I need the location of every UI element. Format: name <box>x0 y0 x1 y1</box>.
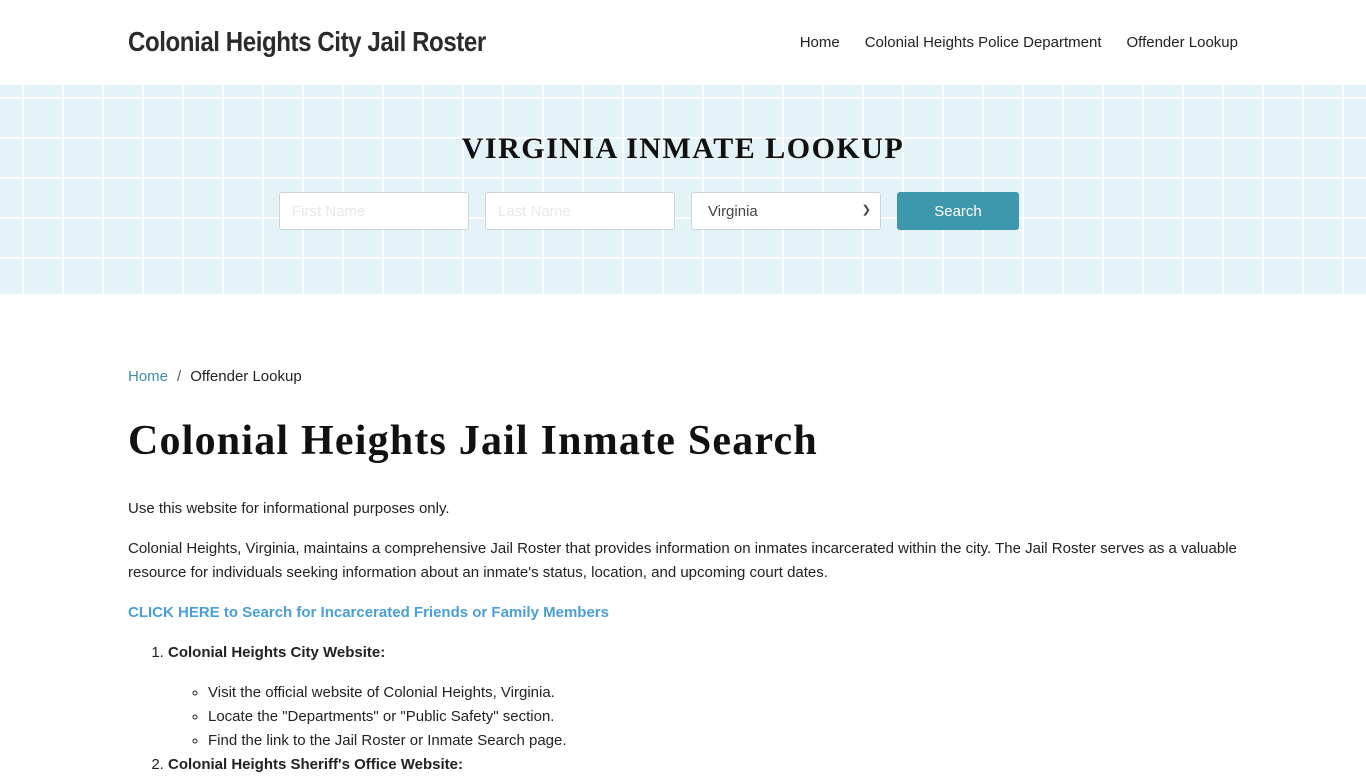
substep-item: Locate the "Departments" or "Public Safe… <box>208 705 1238 729</box>
step-item: Colonial Heights Sheriff's Office Websit… <box>168 753 1238 777</box>
nav-offender-lookup[interactable]: Offender Lookup <box>1127 34 1238 51</box>
search-button[interactable]: Search <box>897 192 1019 230</box>
main-nav: Home Colonial Heights Police Department … <box>800 34 1238 51</box>
step-item: Colonial Heights City Website: Visit the… <box>168 641 1238 753</box>
intro-text: Use this website for informational purpo… <box>128 500 450 517</box>
site-header: Colonial Heights City Jail Roster Home C… <box>0 0 1366 85</box>
substep-item: Visit the official website of Colonial H… <box>208 681 1238 705</box>
state-select[interactable]: Virginia <box>691 192 881 230</box>
breadcrumb-current: Offender Lookup <box>190 368 302 385</box>
first-name-input[interactable] <box>279 192 469 230</box>
step-title: Colonial Heights Sheriff's Office Websit… <box>168 756 463 773</box>
main-content: Home / Offender Lookup Colonial Heights Ja… <box>128 294 1238 777</box>
search-cta-link[interactable]: CLICK HERE to Search for Incarcerated Fr… <box>128 601 1238 625</box>
site-title[interactable]: Colonial Heights City Jail Roster <box>128 26 486 58</box>
substep-item: Find the link to the Jail Roster or Inma… <box>208 729 1238 753</box>
step-title: Colonial Heights City Website: <box>168 644 386 661</box>
last-name-input[interactable] <box>485 192 675 230</box>
hero-title: VIRGINIA INMATE LOOKUP <box>461 132 905 165</box>
breadcrumb: Home / Offender Lookup <box>128 368 1238 385</box>
steps-list: Colonial Heights City Website: Visit the… <box>128 641 1238 777</box>
step-substeps: Visit the official website of Colonial H… <box>168 681 1238 753</box>
state-select-wrapper: Virginia ❯ <box>691 192 881 230</box>
search-form: Virginia ❯ Search <box>279 192 1019 230</box>
breadcrumb-home[interactable]: Home <box>128 368 168 385</box>
page-title: Colonial Heights Jail Inmate Search <box>128 418 818 464</box>
nav-police-department[interactable]: Colonial Heights Police Department <box>865 34 1102 51</box>
description-text: Colonial Heights, Virginia, maintains a … <box>128 540 1237 581</box>
search-hero: VIRGINIA INMATE LOOKUP Virginia ❯ Search <box>0 85 1366 294</box>
nav-home[interactable]: Home <box>800 34 840 51</box>
breadcrumb-separator: / <box>177 368 182 385</box>
